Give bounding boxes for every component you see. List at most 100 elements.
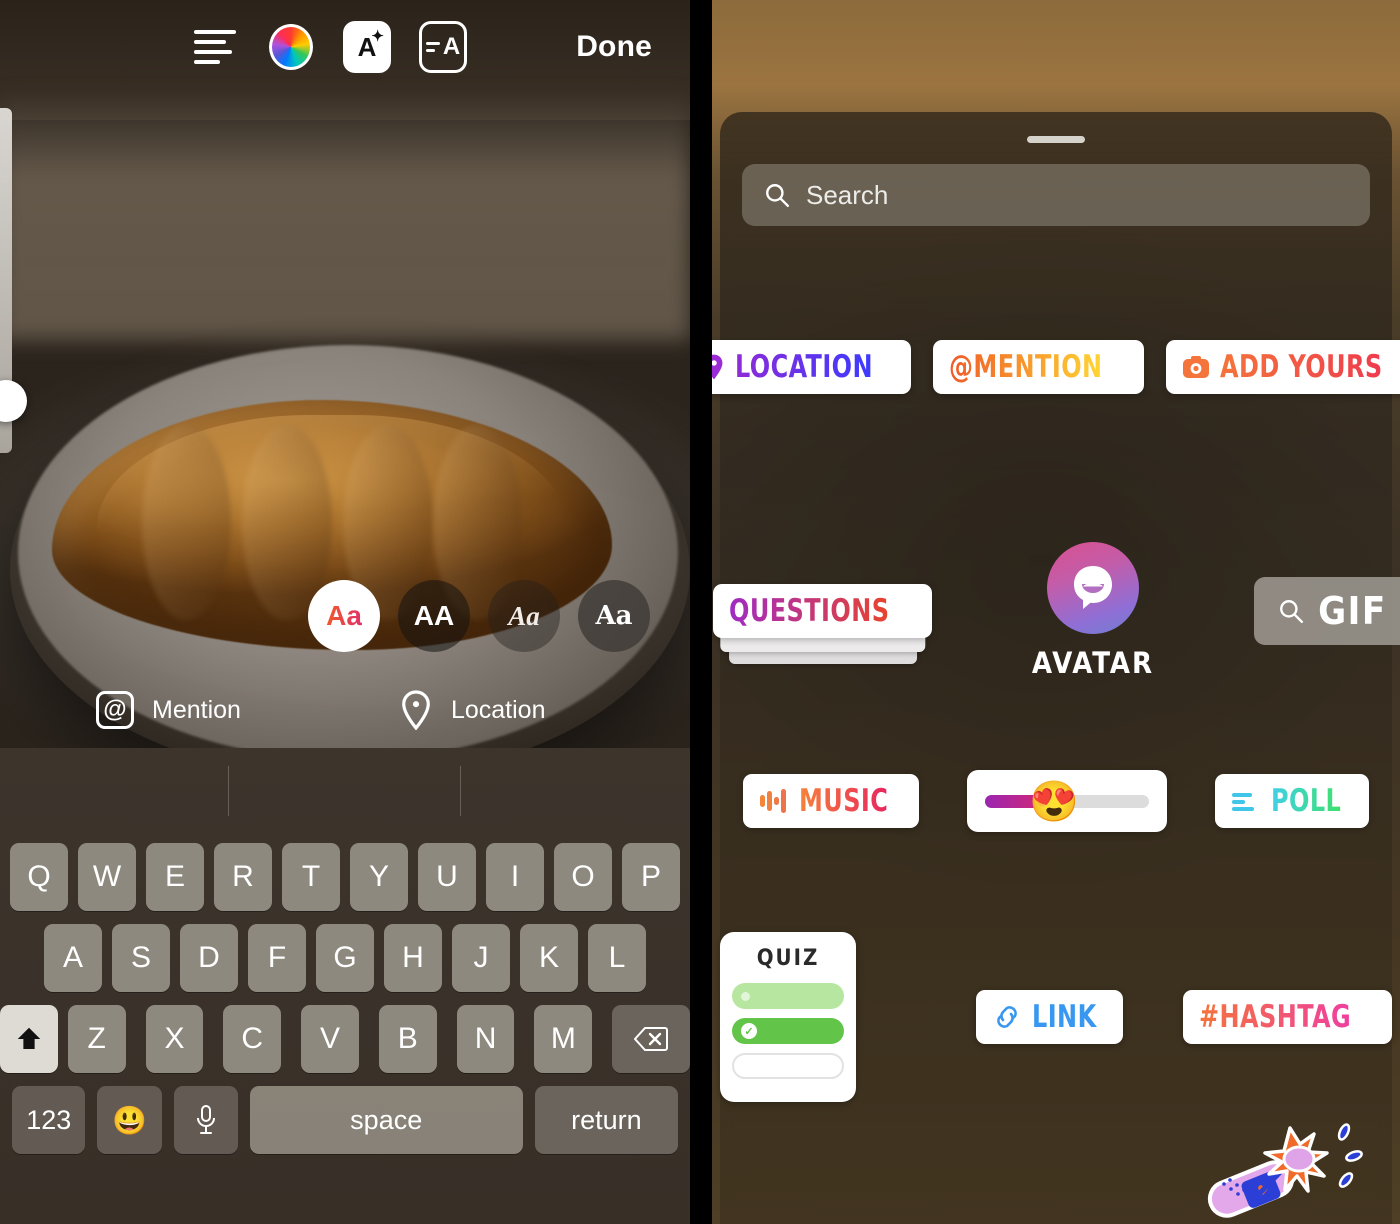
poll-bars-icon xyxy=(1232,793,1255,811)
text-editor-toolbar: A ✦ A Done xyxy=(0,0,690,94)
sticker-add-yours-label: ADD YOURS xyxy=(1219,349,1383,385)
sticker-add-yours[interactable]: ADD YOURS xyxy=(1165,340,1400,394)
key-y[interactable]: Y xyxy=(350,843,408,911)
emoji-slider-thumb[interactable]: 😍 xyxy=(1029,778,1079,825)
key-e[interactable]: E xyxy=(146,843,204,911)
sticker-row-1: LOCATION @MENTION ADD YOURS xyxy=(712,340,1400,394)
sparkle-icon: ✦ xyxy=(371,28,384,45)
sticker-row-4: QUIZ ✓ LINK #HASHTAG xyxy=(720,932,1392,1102)
key-b[interactable]: B xyxy=(378,1005,437,1073)
shift-key[interactable] xyxy=(0,1005,58,1073)
sticker-mention[interactable]: @MENTION xyxy=(933,340,1144,394)
done-button[interactable]: Done xyxy=(576,30,652,64)
sticker-emoji-slider[interactable]: 😍 xyxy=(967,770,1168,832)
key-a[interactable]: A xyxy=(44,924,102,992)
sticker-gif-label: GIF xyxy=(1318,589,1387,633)
sticker-quiz-title: QUIZ xyxy=(756,946,820,971)
text-effects-icon[interactable]: A ✦ xyxy=(342,21,392,73)
sticker-mention-label: @MENTION xyxy=(949,349,1103,385)
sticker-location[interactable]: LOCATION xyxy=(712,340,912,394)
key-p[interactable]: P xyxy=(622,843,680,911)
emoji-smiley-icon: 😃 xyxy=(112,1104,147,1136)
key-o[interactable]: O xyxy=(554,843,612,911)
sticker-avatar[interactable]: AVATAR xyxy=(1032,542,1154,680)
quiz-option: ✓ xyxy=(732,1018,845,1044)
emoji-key[interactable]: 😃 xyxy=(97,1086,162,1154)
space-key[interactable]: space xyxy=(249,1086,523,1154)
key-x[interactable]: X xyxy=(145,1005,204,1073)
font-chip-label: Aa xyxy=(326,600,362,631)
search-placeholder: Search xyxy=(806,179,889,210)
location-action[interactable]: Location xyxy=(399,690,546,730)
mention-label: Mention xyxy=(152,695,241,724)
onscreen-keyboard: QWERTYUIOP ASDFGHJKL ZXCVBNM 123 😃 space… xyxy=(0,748,690,1224)
key-i[interactable]: I xyxy=(486,843,544,911)
photo-table-surface xyxy=(0,90,690,340)
sticker-tray-panel: Search LOCATION @MENTION ADD YOURS QUEST… xyxy=(712,0,1400,1224)
text-animate-label: A xyxy=(442,33,461,60)
sticker-link[interactable]: LINK xyxy=(976,990,1124,1044)
font-style-classic[interactable]: Aa xyxy=(308,580,380,652)
quiz-option xyxy=(732,1053,845,1079)
font-chip-label: Aa xyxy=(508,600,540,631)
sticker-poll[interactable]: POLL xyxy=(1215,774,1369,828)
key-q[interactable]: Q xyxy=(10,843,68,911)
key-l[interactable]: L xyxy=(588,924,646,992)
key-n[interactable]: N xyxy=(456,1005,515,1073)
sticker-gif[interactable]: GIF xyxy=(1254,577,1400,645)
sticker-hashtag[interactable]: #HASHTAG xyxy=(1183,990,1392,1044)
sticker-music-label: MUSIC xyxy=(799,783,889,819)
color-wheel-icon[interactable] xyxy=(266,22,316,72)
shift-up-arrow-icon xyxy=(17,1027,41,1049)
key-t[interactable]: T xyxy=(282,843,340,911)
search-magnifier-icon xyxy=(1280,600,1304,624)
sticker-questions-label: QUESTIONS xyxy=(729,593,890,629)
predictive-text-bar[interactable] xyxy=(0,748,690,843)
at-icon: @ xyxy=(96,691,134,729)
key-d[interactable]: D xyxy=(180,924,238,992)
numbers-key[interactable]: 123 xyxy=(12,1086,86,1154)
key-m[interactable]: M xyxy=(534,1005,593,1073)
key-z[interactable]: Z xyxy=(67,1005,126,1073)
key-s[interactable]: S xyxy=(112,924,170,992)
font-style-selector: Aa AA Aa Aa xyxy=(308,580,650,652)
microphone-icon xyxy=(196,1105,215,1134)
sticker-music[interactable]: MUSIC xyxy=(743,774,920,828)
location-pin-icon xyxy=(402,690,430,730)
font-style-script[interactable]: Aa xyxy=(488,580,560,652)
key-r[interactable]: R xyxy=(214,843,272,911)
key-j[interactable]: J xyxy=(452,924,510,992)
music-bars-icon xyxy=(760,789,787,813)
key-f[interactable]: F xyxy=(248,924,306,992)
search-input[interactable]: Search xyxy=(742,164,1370,226)
font-style-typewriter[interactable]: Aa xyxy=(578,580,650,652)
flower-bandage-sticker[interactable] xyxy=(1204,1110,1374,1220)
key-u[interactable]: U xyxy=(418,843,476,911)
sheet-drag-handle[interactable] xyxy=(1027,136,1085,143)
backspace-key[interactable] xyxy=(612,1005,690,1073)
search-magnifier-icon xyxy=(766,184,790,208)
key-h[interactable]: H xyxy=(384,924,442,992)
return-key[interactable]: return xyxy=(534,1086,678,1154)
sticker-row-2: QUESTIONS AVATAR GIF xyxy=(713,542,1400,680)
text-animate-icon[interactable]: A xyxy=(418,21,468,73)
font-style-modern[interactable]: AA xyxy=(398,580,470,652)
mention-action[interactable]: @ Mention xyxy=(96,691,241,729)
keyboard-row-1: QWERTYUIOP xyxy=(0,843,690,911)
sticker-quiz[interactable]: QUIZ ✓ xyxy=(720,932,857,1102)
story-text-editor-panel: A ✦ A Done Aa AA Aa Aa @ Mention Locatio… xyxy=(0,0,690,1224)
sticker-questions[interactable]: QUESTIONS xyxy=(713,584,932,664)
text-align-icon[interactable] xyxy=(190,22,240,72)
location-label: Location xyxy=(450,695,546,724)
keyboard-row-3: ZXCVBNM xyxy=(0,1005,690,1073)
key-g[interactable]: G xyxy=(316,924,374,992)
sticker-location-label: LOCATION xyxy=(734,349,873,385)
key-v[interactable]: V xyxy=(301,1005,359,1073)
quiz-option xyxy=(732,983,845,1009)
key-k[interactable]: K xyxy=(520,924,578,992)
key-c[interactable]: C xyxy=(223,1005,282,1073)
location-pin-icon xyxy=(712,354,723,380)
dictation-key[interactable] xyxy=(173,1086,238,1154)
key-w[interactable]: W xyxy=(78,843,136,911)
app-screen: A ✦ A Done Aa AA Aa Aa @ Mention Locatio… xyxy=(0,0,1400,1224)
